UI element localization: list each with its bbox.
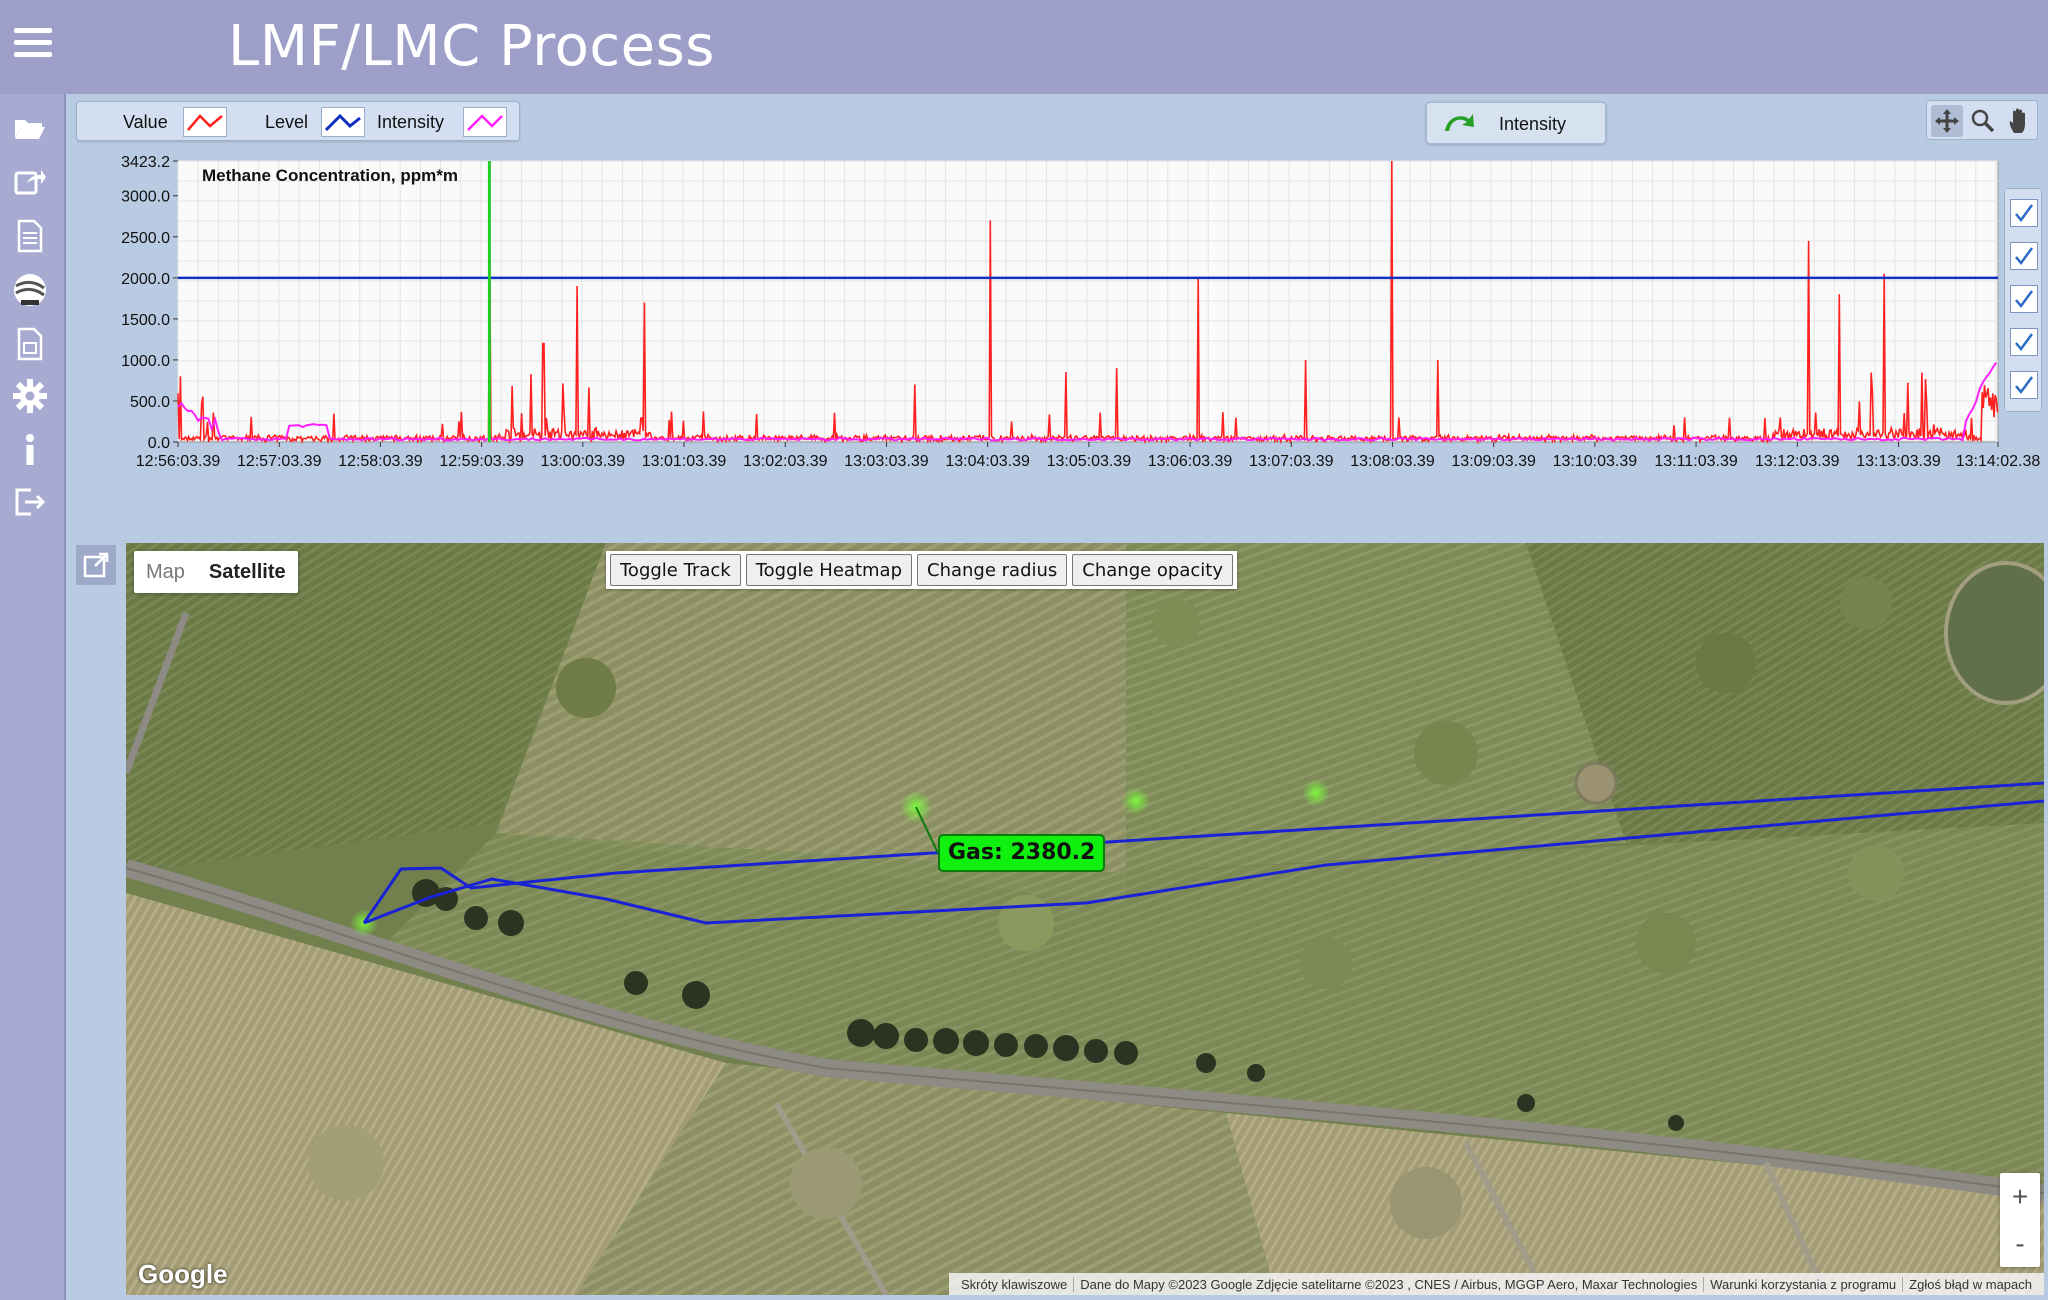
terms-link[interactable]: Warunki korzystania z programu (1704, 1276, 1904, 1292)
y-tick-label: 1500.0 (121, 312, 170, 329)
map-type-map[interactable]: Map (134, 561, 197, 584)
google-logo: Google (138, 1259, 228, 1289)
x-tick-label: 13:01:03.39 (642, 453, 727, 470)
x-tick-label: 13:00:03.39 (541, 453, 626, 470)
app-title: LMF/LMC Process (228, 14, 715, 79)
series-checkboxes (2004, 188, 2042, 412)
sidebar (0, 94, 66, 1300)
gear-icon[interactable] (8, 374, 52, 418)
info-icon[interactable] (8, 428, 52, 472)
refresh-arrow-icon (1441, 109, 1477, 144)
pan-icon[interactable] (1931, 105, 1963, 137)
x-axis: 12:56:03.39 12:57:03.39 12:58:03.39 12:59:0… (136, 442, 2041, 470)
logout-icon[interactable] (8, 480, 52, 524)
series-checkbox-5[interactable] (2010, 371, 2038, 399)
change-opacity-button[interactable]: Change opacity (1072, 554, 1233, 586)
x-tick-label: 13:04:03.39 (945, 453, 1030, 470)
open-external-icon[interactable] (76, 545, 116, 585)
legend-swatch-intensity[interactable] (463, 107, 507, 137)
satellite-map[interactable]: Map Satellite Toggle Track Toggle Heatma… (126, 543, 2044, 1295)
y-tick-label: 2500.0 (121, 230, 170, 247)
map-imagery (126, 543, 2044, 1295)
chart-title: Methane Concentration, ppm*m (202, 166, 458, 185)
intensity-button-label: Intensity (1499, 114, 1567, 134)
legend-swatch-level[interactable] (321, 107, 365, 137)
x-tick-label: 13:13:03.39 (1856, 453, 1941, 470)
y-tick-label: 3423.2 (121, 154, 170, 171)
x-tick-label: 13:11:03.39 (1654, 453, 1737, 470)
series-checkbox-3[interactable] (2010, 285, 2038, 313)
y-tick-label: 3000.0 (121, 189, 170, 206)
document-icon[interactable] (8, 214, 52, 258)
y-tick-label: 1000.0 (121, 353, 170, 370)
x-tick-label: 13:06:03.39 (1148, 453, 1233, 470)
methane-chart[interactable]: 3423.2 3000.0 2500.0 2000.0 1500.0 1000.0 500.… (66, 150, 2048, 480)
x-tick-label: 13:09:03.39 (1451, 453, 1536, 470)
toggle-heatmap-button[interactable]: Toggle Heatmap (745, 554, 912, 586)
change-radius-button[interactable]: Change radius (917, 554, 1068, 586)
map-controls: Toggle Track Toggle Heatmap Change radiu… (606, 551, 1237, 589)
x-tick-label: 13:02:03.39 (743, 453, 828, 470)
app-header: LMF/LMC Process (0, 0, 2048, 94)
map-type-satellite[interactable]: Satellite (197, 561, 298, 584)
zoom-in-button[interactable]: + (2000, 1173, 2040, 1220)
gas-marker-label[interactable]: Gas: 2380.2 (938, 834, 1106, 872)
x-tick-label: 12:57:03.39 (237, 453, 322, 470)
y-axis: 3423.2 3000.0 2500.0 2000.0 1500.0 1000.0 500.… (121, 154, 178, 452)
series-checkbox-4[interactable] (2010, 328, 2038, 356)
x-tick-label: 13:03:03.39 (844, 453, 929, 470)
legend-label-level: Level (265, 111, 309, 132)
export-icon[interactable] (8, 160, 52, 204)
series-checkbox-1[interactable] (2010, 199, 2038, 227)
keyboard-shortcuts-link[interactable]: Skróty klawiszowe (955, 1276, 1075, 1292)
satellite-dish-icon[interactable] (8, 268, 52, 312)
x-tick-label: 13:07:03.39 (1249, 453, 1334, 470)
y-tick-label: 500.0 (130, 394, 170, 411)
x-tick-label: 13:10:03.39 (1553, 453, 1638, 470)
y-tick-label: 2000.0 (121, 271, 170, 288)
report-icon[interactable] (8, 322, 52, 366)
map-attribution: Skróty klawiszowe Dane do Mapy ©2023 Goo… (949, 1273, 2044, 1295)
x-tick-label: 13:05:03.39 (1047, 453, 1132, 470)
legend-label-intensity: Intensity (377, 111, 445, 132)
map-data-credit: Dane do Mapy ©2023 Google Zdjęcie sateli… (1074, 1276, 1705, 1292)
series-checkbox-2[interactable] (2010, 242, 2038, 270)
map-type-control: Map Satellite (134, 551, 298, 593)
x-tick-label: 13:08:03.39 (1350, 453, 1435, 470)
hamburger-menu-icon[interactable] (10, 24, 54, 68)
zoom-icon[interactable] (1967, 105, 1999, 137)
intensity-button[interactable]: Intensity (1426, 102, 1606, 144)
legend-swatch-value[interactable] (183, 107, 227, 137)
y-tick-label: 0.0 (148, 435, 170, 452)
chart-tools (1926, 100, 2038, 140)
x-tick-label: 13:12:03.39 (1755, 453, 1840, 470)
report-error-link[interactable]: Zgłoś błąd w mapach (1903, 1277, 2038, 1292)
x-tick-label: 13:14:02.38 (1956, 453, 2041, 470)
legend-label-value: Value (123, 111, 168, 132)
x-tick-label: 12:58:03.39 (338, 453, 423, 470)
x-tick-label: 12:56:03.39 (136, 453, 221, 470)
hand-icon[interactable] (2003, 105, 2035, 137)
zoom-out-button[interactable]: - (2000, 1220, 2040, 1267)
toggle-track-button[interactable]: Toggle Track (610, 554, 741, 586)
zoom-control: + - (2000, 1173, 2040, 1267)
chart-svg[interactable]: 3423.2 3000.0 2500.0 2000.0 1500.0 1000.0 500.… (66, 150, 2048, 480)
chart-legend: Value Level Intensity (76, 101, 520, 141)
x-tick-label: 12:59:03.39 (439, 453, 524, 470)
folder-open-icon[interactable] (8, 106, 52, 150)
